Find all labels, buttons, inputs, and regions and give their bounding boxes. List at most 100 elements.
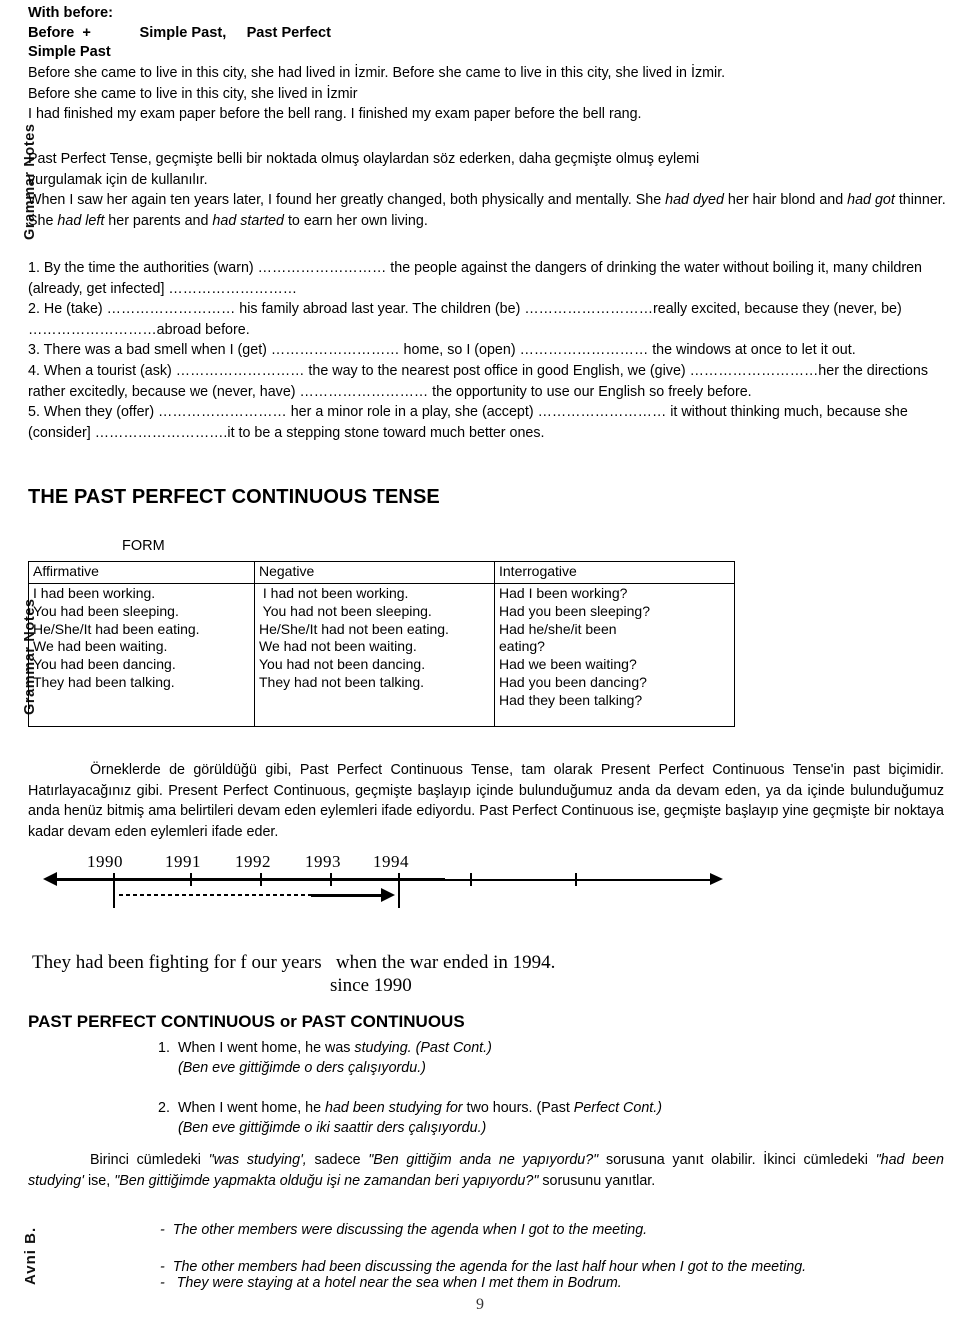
- sentence-line: They had been talking.: [33, 673, 175, 690]
- sentence-line: Had I been working?: [499, 585, 628, 601]
- timeline-tick: [575, 873, 577, 886]
- timeline-since-label: since 1990: [330, 975, 412, 996]
- table-row: I had been working. You had been sleepin…: [28, 583, 735, 727]
- turkish-note-line-2: vurgulamak için de kullanılır.: [28, 171, 208, 188]
- timeline-tick: [260, 873, 262, 886]
- header-line-3: Simple Past: [28, 44, 111, 60]
- sentence-line: We had not been waiting.: [259, 638, 417, 655]
- table-header-row: Affirmative Negative Interrogative: [28, 561, 735, 584]
- sentence-line: Had they been talking?: [499, 691, 643, 708]
- comparison-example-1-turkish: (Ben eve gittiğimde o ders çalışıyordu.): [158, 1058, 918, 1078]
- example-turkish-text: (Ben eve gittiğimde o ders çalışıyordu.): [178, 1060, 426, 1076]
- timeline-duration-dotted: [119, 894, 311, 896]
- expl-quote-1: "was studying',: [208, 1152, 307, 1168]
- sentence-line: I had been working.: [33, 585, 156, 601]
- expl-quote-4: "Ben gittiğimde yapmakta olduğu işi ne z…: [114, 1172, 539, 1189]
- timeline-year-labels: 1990 1991 1992 1993 1994: [55, 852, 755, 876]
- sentence-line: I had not been working.: [259, 585, 409, 601]
- turkish-explanation-paragraph: Örneklerde de görüldüğü gibi, Past Perfe…: [28, 760, 944, 842]
- before-example-line-3: I had finished my exam paper before the …: [28, 106, 642, 123]
- side-label-author: Avni B.: [22, 1226, 39, 1285]
- table-header-interrogative: Interrogative: [494, 561, 735, 584]
- sentence-line: Had we been waiting?: [499, 656, 637, 673]
- sentence-line: You had been dancing.: [33, 656, 176, 673]
- timeline-year-label: 1991: [165, 852, 201, 871]
- turkish-paragraph-text: Örneklerde de görüldüğü gibi, Past Perfe…: [28, 762, 944, 840]
- timeline-year-label: 1992: [235, 852, 271, 871]
- explanation-text: Birinci cümledeki "was studying', sadece…: [28, 1150, 944, 1191]
- eng-italic-1: had dyed: [665, 192, 724, 208]
- header-line-2: Before + Simple Past, Past Perfect: [28, 24, 331, 41]
- comparison-example-1: 1. When I went home, he was studying. (Pa…: [158, 1038, 918, 1078]
- table-cell-affirmative: I had been working. You had been sleepin…: [28, 583, 255, 727]
- table-header-affirmative: Affirmative: [28, 561, 255, 584]
- turkish-note-line-1: Past Perfect Tense, geçmişte belli bir n…: [28, 151, 700, 167]
- sentence-line: Had he/she/it been: [499, 620, 617, 637]
- timeline-year-label: 1990: [87, 852, 123, 871]
- explanation-paragraph: Birinci cümledeki "was studying', sadece…: [28, 1150, 944, 1191]
- example-text-italic-2: Perfect Cont.): [573, 1100, 662, 1116]
- timeline-year-label: 1994: [373, 852, 409, 871]
- past-perfect-english-example: When I saw her again ten years later, I …: [28, 190, 946, 231]
- sentence-line: You had not been dancing.: [259, 656, 426, 673]
- sentence-line: He/She/It had not been eating.: [259, 620, 449, 637]
- table-cell-negative: I had not been working. You had not been…: [254, 583, 495, 727]
- eng-italic-2: had got: [847, 192, 895, 208]
- timeline-sentence: They had been fighting for f our years w…: [32, 952, 556, 973]
- timeline-start-marker: [113, 880, 115, 908]
- example-text-mid: two hours. (Past: [462, 1100, 574, 1116]
- example-turkish-text: (Ben eve gittiğimde o iki saattir ders ç…: [178, 1120, 487, 1136]
- exercise-item: 2. He (take) ……………………… his family abroad…: [28, 301, 902, 338]
- section-title-past-perfect-continuous: THE PAST PERFECT CONTINUOUS TENSE: [28, 486, 440, 508]
- exercise-item: 4. When a tourist (ask) ……………………… the wa…: [28, 362, 928, 400]
- dash-list-item: - The other members were discussing the …: [160, 1222, 648, 1238]
- example-number: 2.: [158, 1100, 170, 1116]
- table-header-negative: Negative: [254, 561, 495, 584]
- example-text: When I went home, he was: [178, 1040, 355, 1056]
- timeline-duration-arrow-icon: [381, 888, 395, 902]
- exercise-item: 5. When they (offer) ……………………… her a min…: [28, 404, 908, 441]
- expl-a: Birinci cümledeki: [90, 1152, 209, 1168]
- example-text-italic: had been studying for: [325, 1100, 463, 1116]
- eng-part-2: her hair blond and: [723, 192, 848, 208]
- past-perfect-turkish-note: Past Perfect Tense, geçmişte belli bir n…: [28, 149, 946, 190]
- expl-quote-2: "Ben gittiğim anda ne yapıyordu?": [368, 1152, 599, 1168]
- timeline-duration-solid: [311, 893, 381, 897]
- table-cell-interrogative: Had I been working? Had you been sleepin…: [494, 583, 735, 727]
- eng-part-5: to earn her own living.: [283, 212, 428, 229]
- timeline-end-marker: [398, 880, 400, 908]
- expl-d: ise,: [83, 1172, 115, 1189]
- expl-e: sorusunu yanıtlar.: [538, 1172, 656, 1189]
- comparison-example-1-english: 1. When I went home, he was studying. (Pa…: [158, 1038, 918, 1058]
- eng-italic-3: had left: [57, 212, 105, 229]
- expl-b: sadece: [306, 1152, 369, 1168]
- exercise-item: 3. There was a bad smell when I (get) ………: [28, 342, 856, 359]
- sentence-line: eating?: [499, 638, 545, 655]
- past-perfect-continuous-form-table: Affirmative Negative Interrogative I had…: [28, 561, 735, 727]
- timeline-tick: [190, 873, 192, 886]
- document-page: Grammar Notes Grammar Notes Avni B. With…: [0, 0, 960, 1330]
- timeline-tick: [470, 873, 472, 886]
- dash-list-item: - The other members had been discussing …: [160, 1259, 807, 1275]
- timeline-tick: [330, 873, 332, 886]
- eng-part-4: her parents and: [104, 212, 213, 229]
- dash-list-item: - They were staying at a hotel near the …: [160, 1275, 622, 1291]
- sentence-line: Had you been sleeping?: [499, 602, 651, 619]
- exercise-item: 1. By the time the authorities (warn) ………: [28, 260, 922, 297]
- sentence-line: You had not been sleeping.: [259, 602, 432, 619]
- timeline-left-arrow-icon: [43, 872, 57, 886]
- comparison-example-2-english: 2. When I went home, he had been studying…: [158, 1098, 918, 1118]
- before-examples: Before she came to live in this city, sh…: [28, 63, 946, 125]
- sentence-line: They had not been talking.: [259, 673, 425, 690]
- sentence-line: He/She/It had been eating.: [33, 620, 200, 637]
- exercise-list: 1. By the time the authorities (warn) ………: [28, 258, 946, 443]
- before-example-line-1: Before she came to live in this city, sh…: [28, 65, 726, 81]
- example-number: 1.: [158, 1040, 170, 1056]
- eng-part-1: When I saw her again ten years later, I …: [28, 192, 666, 208]
- sentence-line: Had you been dancing?: [499, 673, 647, 690]
- header-line-1: With before:: [28, 5, 113, 21]
- comparison-example-2-turkish: (Ben eve gittiğimde o iki saattir ders ç…: [158, 1118, 918, 1138]
- form-label: FORM: [122, 538, 165, 554]
- with-before-header: With before: Before + Simple Past, Past …: [28, 4, 946, 63]
- comparison-example-2: 2. When I went home, he had been studying…: [158, 1098, 918, 1138]
